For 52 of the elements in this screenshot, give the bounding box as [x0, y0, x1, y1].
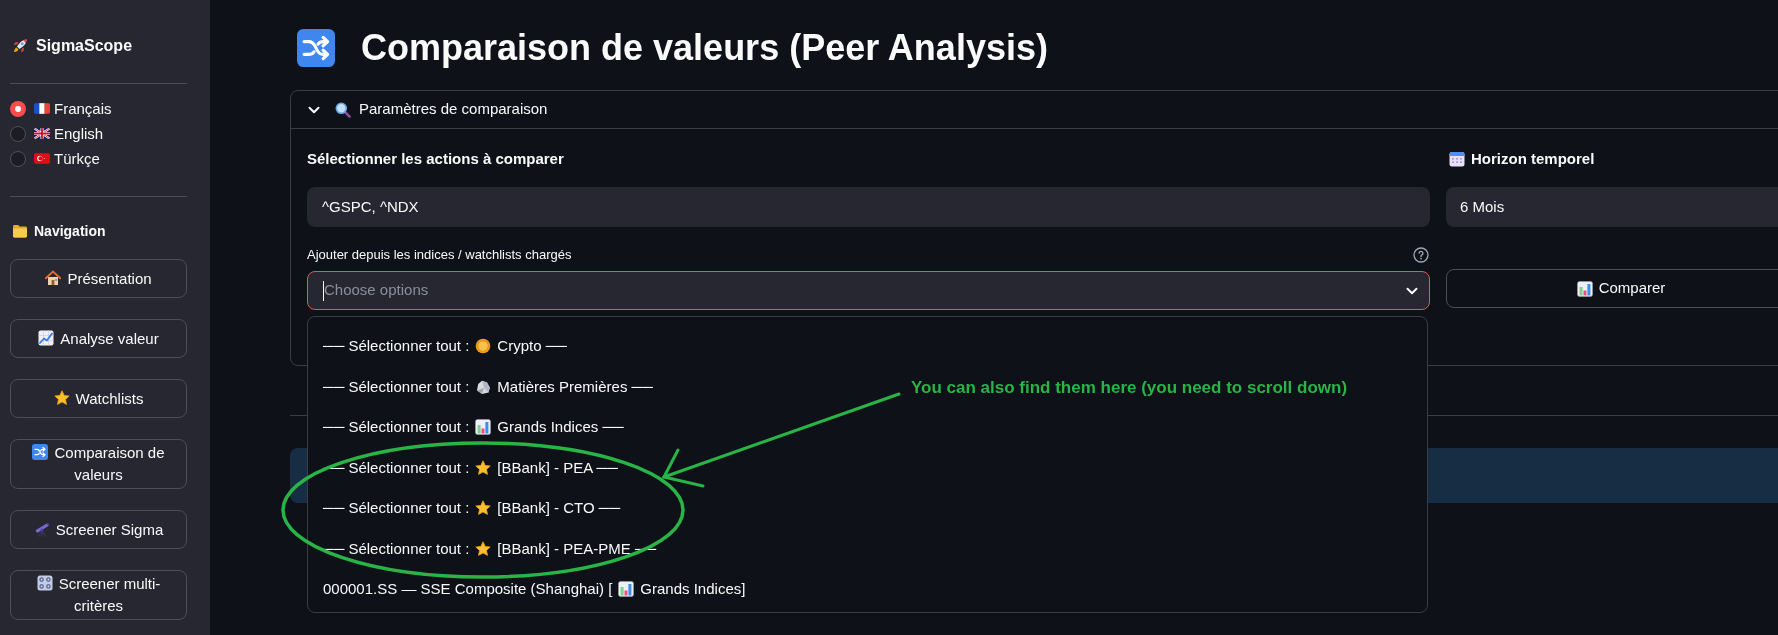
dropdown-option[interactable]: ── Sélectionner tout : Crypto ── [308, 326, 582, 367]
star-icon [475, 500, 492, 517]
nav-button[interactable]: Watchlists [10, 379, 187, 418]
dropdown-option[interactable]: ── Sélectionner tout : Grands Indices ── [308, 407, 639, 448]
nav-button[interactable]: Screener Sigma [10, 510, 187, 549]
telescope-icon [33, 520, 50, 537]
rock-icon [475, 378, 492, 395]
nav-button[interactable]: Analyse valeur [10, 319, 187, 358]
text-input[interactable]: ^GSPC, ^NDX [307, 187, 1430, 227]
field-label: Sélectionner les actions à comparer [307, 149, 564, 169]
calendar-icon [1449, 151, 1465, 167]
language-option[interactable]: Français [10, 96, 112, 121]
page-title: Comparaison de valeurs (Peer Analysis) [361, 28, 1048, 68]
radio-button[interactable] [10, 125, 26, 142]
star-icon [475, 459, 492, 476]
bar-chart-icon [1576, 280, 1593, 297]
select-field[interactable]: 6 Mois [1446, 187, 1778, 227]
compare-button[interactable]: Comparer [1446, 269, 1778, 308]
dropdown-option[interactable]: ── Sélectionner tout : Matières Premières ── [308, 366, 668, 407]
shuffle-icon [297, 29, 335, 67]
help-icon [1413, 247, 1429, 263]
chart-increasing-icon [38, 329, 55, 346]
turkish-flag-icon [34, 153, 50, 164]
french-flag-icon [34, 103, 50, 114]
shuffle-icon [32, 444, 49, 460]
nav-button[interactable]: Screener multi-critères [10, 570, 187, 620]
dropdown-option[interactable]: ── Sélectionner tout : [BBank] - CTO ── [308, 488, 636, 529]
dropdown-option[interactable]: 000001.SS — SSE Composite (Shanghai) [ Grands Indices] [308, 569, 761, 610]
star-icon [475, 540, 492, 557]
radio-button[interactable] [10, 100, 26, 117]
nav-button[interactable]: Présentation [10, 259, 187, 298]
app-name: SigmaScope [36, 36, 133, 56]
expander-header[interactable]: Paramètres de comparaison [291, 91, 1778, 129]
multiselect-field[interactable]: Choose options [307, 271, 1430, 310]
nav-button[interactable]: Comparaison de valeurs [10, 439, 187, 489]
bar-chart-icon [475, 419, 492, 436]
section-heading: Navigation [34, 222, 106, 240]
coin-icon [475, 338, 492, 355]
house-icon [45, 269, 62, 286]
search-icon [335, 101, 351, 118]
control-knobs-icon [36, 575, 53, 591]
star-icon [53, 389, 70, 406]
field-label: Horizon temporel [1471, 149, 1595, 169]
annotation-text: You can also find them here (you need to scroll down) [911, 377, 1348, 399]
language-option[interactable]: Türkçe [10, 146, 100, 171]
language-option[interactable]: English [10, 121, 104, 146]
british-flag-icon [34, 128, 50, 139]
folder-icon [12, 224, 28, 238]
radio-button[interactable] [10, 150, 26, 167]
field-label: Ajouter depuis les indices / watchlists chargés [307, 247, 572, 263]
rocket-icon [12, 38, 28, 54]
bar-chart-icon [618, 581, 635, 598]
